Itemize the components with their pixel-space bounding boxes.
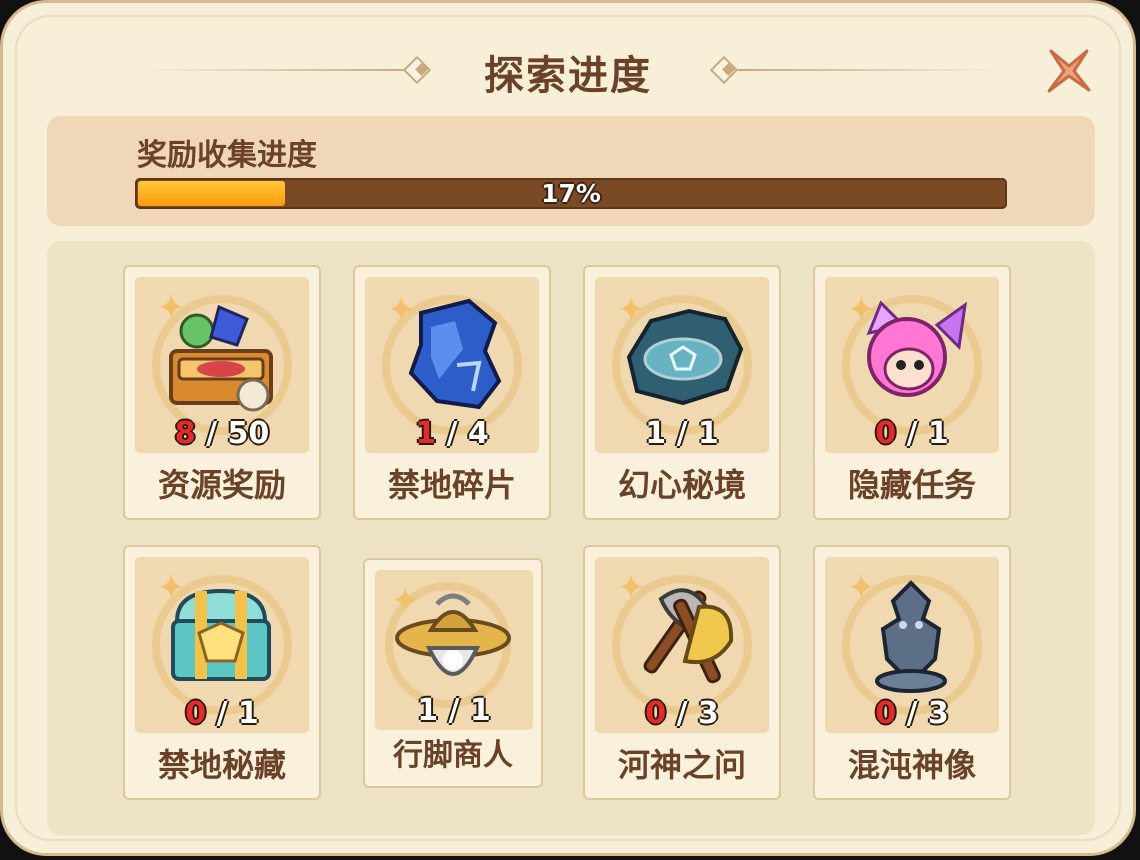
progress-percent: 17% [541, 179, 601, 208]
item-count: 0 / 1 [185, 696, 259, 731]
forbidden-fragment-icon [408, 298, 502, 410]
reward-card-magic-realm[interactable]: ✦ 1 / 1 幻心秘境 [583, 265, 781, 520]
merchant-icon [395, 593, 511, 676]
item-count: 1 / 1 [645, 416, 719, 451]
close-icon [1047, 49, 1091, 93]
reward-card-merchant[interactable]: ✦ 1 / 1 行脚商人 [363, 558, 543, 788]
item-count: 1 / 4 [415, 416, 489, 451]
treasure-chest-icon [171, 588, 271, 681]
hidden-girl-icon [866, 300, 967, 397]
reward-card-hidden-quest[interactable]: ✦ 0 / 1 隐藏任务 [813, 265, 1011, 520]
item-name: 行脚商人 [393, 738, 513, 773]
reward-card-resource[interactable]: ✦ 8 / 50 资源奖励 [123, 265, 321, 520]
progress-label: 奖励收集进度 [137, 138, 317, 173]
chaos-statue-icon [875, 580, 947, 693]
item-count: 0 / 3 [875, 696, 949, 731]
item-count: 0 / 3 [645, 696, 719, 731]
reward-card-chaos-statue[interactable]: ✦ 0 / 3 混沌神像 [813, 545, 1011, 800]
reward-card-river-god[interactable]: ✦ 0 / 3 河神之问 [583, 545, 781, 800]
close-button[interactable] [1041, 43, 1097, 99]
exploration-progress-panel: 探索进度 奖励收集进度 17% ✦ 8 / 50 资源奖励 ✦ 1 / 4 禁地… [0, 0, 1136, 856]
magic-stone-icon [626, 308, 744, 406]
progress-bar: 17% [135, 178, 1007, 209]
item-count: 8 / 50 [174, 416, 270, 451]
item-count: 0 / 1 [875, 416, 949, 451]
resource-chest-icon [169, 304, 273, 412]
reward-card-treasure[interactable]: ✦ 0 / 1 禁地秘藏 [123, 545, 321, 800]
axes-icon [643, 588, 734, 684]
item-count: 1 / 1 [417, 693, 491, 728]
item-name: 禁地秘藏 [157, 746, 286, 784]
item-name: 河神之问 [617, 746, 746, 784]
item-name: 禁地碎片 [387, 466, 516, 504]
item-name: 混沌神像 [847, 746, 976, 784]
item-name: 幻心秘境 [617, 466, 746, 504]
reward-card-fragment[interactable]: ✦ 1 / 4 禁地碎片 [353, 265, 551, 520]
page-title: 探索进度 [484, 53, 652, 99]
item-name: 资源奖励 [157, 466, 286, 504]
title-ornament-right [738, 69, 1003, 71]
item-name: 隐藏任务 [847, 466, 976, 504]
reward-progress-section: 奖励收集进度 17% [47, 116, 1095, 226]
